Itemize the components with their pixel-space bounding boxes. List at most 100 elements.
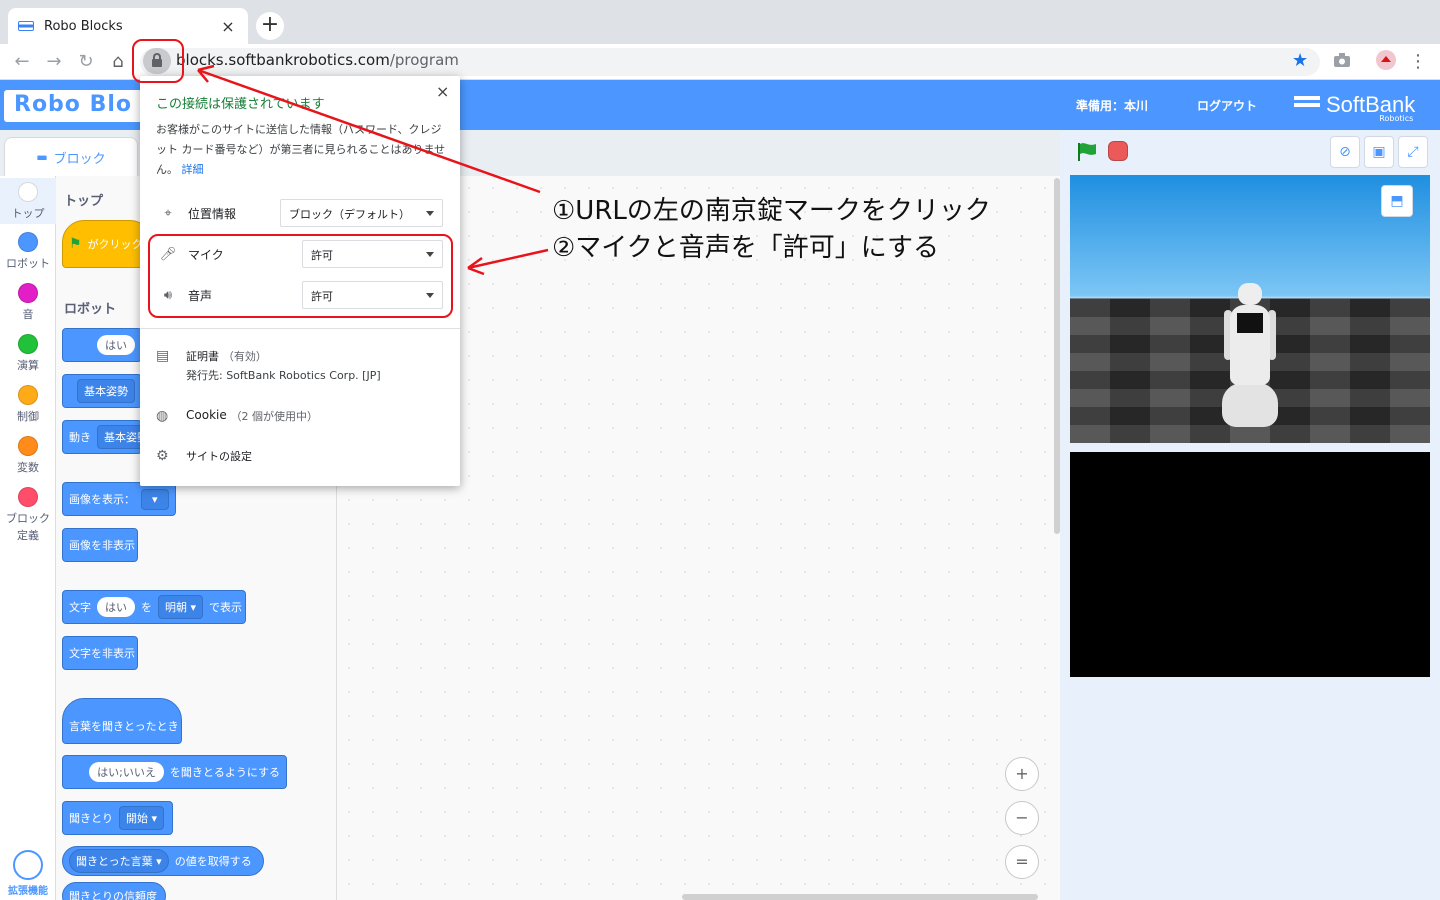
say-block[interactable]: はい — [62, 328, 142, 362]
extension-label: 拡張機能 — [8, 886, 48, 897]
hide-text-block[interactable]: 文字を非表示 — [62, 636, 138, 670]
robot-simulator-view[interactable] — [1070, 175, 1430, 443]
menu-kebab-icon[interactable]: ⋮ — [1406, 50, 1430, 74]
popup-divider — [140, 328, 460, 329]
category-label: 音 — [22, 308, 34, 321]
cookie-row[interactable]: ◍ Cookie （2 個が使用中） — [156, 408, 318, 424]
block-label: 画像を非表示 — [69, 539, 135, 552]
listen-start-dropdown[interactable]: 開始 ▾ — [119, 806, 165, 830]
heard-word-dropdown[interactable]: 聞きとった言葉 ▾ — [69, 849, 169, 873]
bookmark-star-icon[interactable]: ★ — [1292, 50, 1308, 71]
block-label: の値を取得する — [174, 855, 252, 868]
cookie-count: （2 個が使用中） — [230, 410, 319, 423]
location-select[interactable]: ブロック（デフォルト） — [280, 199, 443, 227]
robot-base — [1222, 383, 1278, 427]
fullscreen-button[interactable]: ⤢ — [1398, 136, 1428, 168]
image-dropdown-icon[interactable]: ▾ — [141, 488, 169, 510]
tab-blocks-label: ブロック — [53, 151, 106, 167]
popup-title: この接続は保護されています — [156, 97, 325, 112]
cert-issuer: 発行先: SoftBank Robotics Corp. [JP] — [186, 369, 381, 382]
green-flag-icon[interactable] — [1076, 142, 1098, 162]
category-my-blocks[interactable]: ブロック 定義 — [0, 487, 56, 544]
cookie-icon: ◍ — [156, 408, 169, 424]
site-settings-row[interactable]: ⚙ サイトの設定 — [156, 448, 252, 464]
details-link[interactable]: 詳細 — [182, 163, 204, 176]
green-flag-icon: ⚑ — [69, 236, 82, 252]
category-variables[interactable]: 変数 — [0, 436, 56, 475]
app-logo[interactable]: Robo Blo — [4, 90, 154, 122]
confidence-reporter[interactable]: 聞きとりの信頼度 — [62, 882, 166, 900]
brand-sub: Robotics — [1379, 114, 1414, 123]
hide-stage-button[interactable]: ⊘ — [1330, 136, 1360, 168]
annotation-step1: ①URLの左の南京錠マークをクリック — [552, 196, 991, 226]
listen-start-label: 開始 — [126, 812, 148, 825]
popup-description: お客様がこのサイトに送信した情報（パスワード、クレジット カード番号など）が第三… — [156, 120, 446, 180]
softbank-bars-icon — [1294, 96, 1320, 114]
posture-block[interactable]: 基本姿勢 — [62, 374, 142, 408]
horizontal-scrollbar[interactable] — [682, 894, 1038, 900]
category-top[interactable]: トップ — [0, 178, 56, 224]
category-label: ブロック — [6, 512, 50, 525]
camera-icon[interactable] — [1333, 52, 1351, 68]
heard-word-reporter[interactable]: 聞きとった言葉 ▾ の値を取得する — [62, 846, 264, 876]
category-control[interactable]: 制御 — [0, 385, 56, 424]
category-label: 変数 — [17, 461, 39, 474]
robot-head — [1238, 283, 1262, 305]
block-label: を — [141, 601, 152, 614]
section-label-robot: ロボット — [64, 302, 117, 317]
posture-dropdown[interactable]: 基本姿勢 — [77, 379, 135, 403]
new-tab-button[interactable]: + — [256, 12, 284, 40]
category-robot[interactable]: ロボット — [0, 232, 56, 271]
tab-strip: Robo Blocks × + — [0, 0, 1440, 44]
cert-status: （有効） — [222, 350, 267, 363]
browser-tab[interactable]: Robo Blocks × — [8, 8, 248, 44]
stop-icon[interactable] — [1108, 141, 1128, 161]
tab-blocks[interactable]: ▬ ブロック — [4, 137, 138, 176]
home-icon[interactable]: ⌂ — [106, 50, 130, 74]
extension-button[interactable]: 拡張機能 — [0, 848, 56, 900]
blocks-icon: ▬ — [36, 150, 48, 164]
site-favicon-icon — [18, 21, 34, 31]
screenshot-button[interactable]: ⬒ — [1381, 185, 1413, 217]
forward-arrow-icon[interactable]: → — [42, 50, 66, 74]
certificate-row[interactable]: ▤ 証明書 （有効） 発行先: SoftBank Robotics Corp. … — [156, 348, 381, 388]
popup-close-icon[interactable]: × — [436, 82, 449, 101]
hide-image-block[interactable]: 画像を非表示 — [62, 528, 138, 562]
zoom-reset-button[interactable]: = — [1005, 845, 1039, 879]
show-image-block[interactable]: 画像を表示： ▾ — [62, 482, 176, 516]
zoom-out-button[interactable]: − — [1005, 801, 1039, 835]
small-stage-button[interactable]: ▣ — [1364, 136, 1394, 168]
listen-for-block[interactable]: はい;いいえ を聞きとるようにする — [62, 755, 287, 789]
reload-icon[interactable]: ↻ — [74, 50, 98, 74]
when-flag-clicked-block[interactable]: ⚑ がクリック — [62, 220, 152, 268]
section-label-top: トップ — [64, 194, 104, 209]
tab-close-icon[interactable]: × — [218, 17, 238, 36]
category-operators[interactable]: 演算 — [0, 334, 56, 373]
listen-toggle-block[interactable]: 聞きとり 開始 ▾ — [62, 801, 173, 835]
back-arrow-icon[interactable]: ← — [10, 50, 34, 74]
softbank-logo: SoftBank Robotics — [1294, 92, 1415, 123]
listen-pill[interactable]: はい;いいえ — [89, 762, 164, 782]
category-sound[interactable]: 音 — [0, 283, 56, 322]
zoom-in-button[interactable]: + — [1005, 757, 1039, 791]
annotation-permissions-highlight — [148, 234, 453, 318]
eye-off-icon: ⊘ — [1339, 144, 1351, 160]
profile-avatar-icon[interactable] — [1376, 50, 1396, 70]
say-pill[interactable]: はい — [97, 335, 135, 355]
category-label: 制御 — [17, 410, 39, 423]
when-heard-block[interactable]: 言葉を聞きとったとき — [62, 698, 182, 744]
move-block[interactable]: 動き 基本姿勢 — [62, 420, 155, 454]
url-host: blocks.softbankrobotics.com — [176, 51, 390, 69]
url-text[interactable]: blocks.softbankrobotics.com/program — [176, 51, 459, 69]
block-label: 画像を表示： — [69, 493, 135, 506]
category-dot-icon — [18, 385, 38, 405]
gear-icon: ⚙ — [156, 448, 169, 464]
logout-link[interactable]: ログアウト — [1197, 97, 1257, 114]
font-dropdown[interactable]: 明朝 ▾ — [158, 595, 204, 619]
text-pill[interactable]: はい — [97, 597, 135, 617]
block-label: 文字を非表示 — [69, 647, 135, 660]
extension-icon — [13, 850, 43, 880]
block-label: がクリック — [87, 238, 143, 251]
block-label: 文字 — [69, 601, 91, 614]
show-text-block[interactable]: 文字 はい を 明朝 ▾ で表示 — [62, 590, 246, 624]
